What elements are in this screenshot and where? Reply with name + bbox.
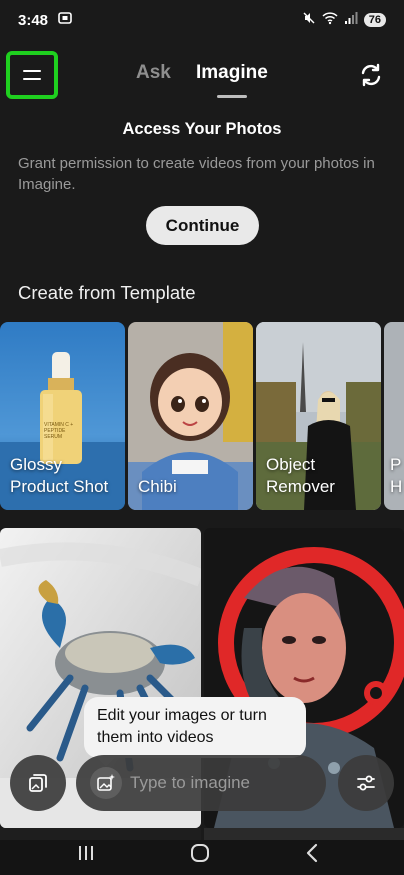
prompt-input[interactable] xyxy=(130,773,310,793)
mute-icon xyxy=(302,11,316,29)
template-card-chibi[interactable]: Chibi xyxy=(128,322,253,510)
battery-indicator: 76 xyxy=(363,13,386,27)
permission-title: Access Your Photos xyxy=(122,120,282,138)
home-icon xyxy=(191,844,209,862)
status-time: 3:48 xyxy=(18,11,49,29)
signal-icon xyxy=(344,11,358,29)
screen-record-icon xyxy=(58,11,72,29)
back-button[interactable] xyxy=(292,838,332,868)
active-tab-indicator xyxy=(217,95,247,98)
tab-ask[interactable]: Ask xyxy=(136,62,171,84)
recents-button[interactable] xyxy=(66,838,106,868)
image-stack-icon xyxy=(29,774,47,792)
hamburger-menu-icon xyxy=(23,70,41,80)
settings-button[interactable] xyxy=(338,755,394,811)
refresh-button[interactable] xyxy=(358,62,384,88)
template-carousel[interactable]: VITAMIN C + PEPTIDE SERUM Glossy Product… xyxy=(0,322,404,510)
continue-button[interactable]: Continue xyxy=(146,206,259,245)
template-card-partial[interactable]: P H xyxy=(384,322,404,510)
template-card-glossy-product-shot[interactable]: VITAMIN C + PEPTIDE SERUM Glossy Product… xyxy=(0,322,125,510)
status-bar: 3:48 76 xyxy=(0,0,404,40)
wifi-icon xyxy=(322,11,338,29)
edit-images-tooltip: Edit your images or turn them into video… xyxy=(84,697,306,758)
back-icon xyxy=(306,843,318,863)
template-card-object-remover[interactable]: Object Remover xyxy=(256,322,381,510)
add-image-button[interactable] xyxy=(90,767,122,799)
home-button[interactable] xyxy=(180,838,220,868)
template-label: Object Remover xyxy=(266,455,335,496)
sliders-icon xyxy=(357,775,375,791)
prompt-composer[interactable] xyxy=(76,755,326,811)
top-navigation: Ask Imagine xyxy=(0,48,404,104)
template-label: VITAMIN C + PEPTIDE SERUM xyxy=(44,422,74,440)
permission-description: Grant permission to create videos from y… xyxy=(18,155,375,193)
template-label: Glossy Product Shot xyxy=(10,455,109,496)
template-label: Chibi xyxy=(138,477,177,496)
gallery-button[interactable] xyxy=(10,755,66,811)
menu-button[interactable] xyxy=(6,51,58,99)
system-navigation xyxy=(0,830,404,875)
template-label: P H xyxy=(390,455,403,496)
template-section-title: Create from Template xyxy=(18,282,196,303)
tab-imagine[interactable]: Imagine xyxy=(196,62,268,84)
refresh-icon xyxy=(361,63,381,87)
image-sparkle-icon xyxy=(97,774,115,791)
recents-icon xyxy=(79,846,93,860)
